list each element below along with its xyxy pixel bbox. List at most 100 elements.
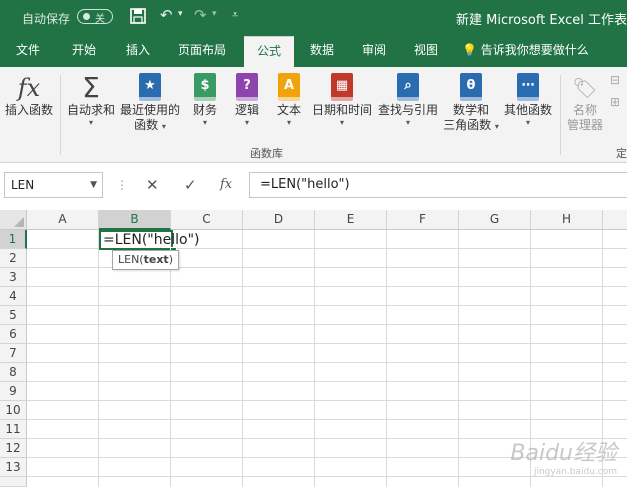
tab-page-layout[interactable]: 页面布局 [170, 36, 234, 67]
tab-insert[interactable]: 插入 [116, 36, 160, 67]
row-header[interactable]: 11 [0, 420, 27, 439]
autosave-state: 关 [95, 14, 105, 25]
row-header-selected[interactable]: 1 [0, 230, 27, 249]
tab-home[interactable]: 开始 [62, 36, 106, 67]
resize-handle-icon[interactable]: ⋮ [116, 178, 128, 192]
name-box-value: LEN [11, 178, 35, 192]
chevron-down-icon: ▾ [494, 122, 499, 131]
chevron-down-icon[interactable]: ▼ [90, 173, 97, 197]
name-tag-icon: 🏷 [572, 76, 598, 100]
row-header[interactable]: 5 [0, 306, 27, 325]
more-label: 其他函数 [503, 103, 552, 117]
question-book-icon: ? [236, 73, 258, 101]
row-header[interactable]: 10 [0, 401, 27, 420]
active-cell-b1[interactable]: =LEN("hello") [99, 230, 199, 250]
row-header[interactable]: 4 [0, 287, 27, 306]
save-icon[interactable] [130, 8, 146, 28]
column-header[interactable]: G [459, 210, 531, 230]
tooltip-function: LEN( [118, 253, 144, 266]
tab-view[interactable]: 视图 [404, 36, 448, 67]
customize-qat-icon[interactable]: ⩡ [232, 8, 238, 22]
lightbulb-icon: 💡 [462, 43, 477, 57]
redo-icon[interactable]: ↷ [194, 6, 207, 24]
column-header-selected[interactable]: B [99, 210, 171, 230]
financial-label: 财务 [192, 103, 217, 117]
autosum-button[interactable]: Σ 自动求和 ▾ [64, 69, 118, 128]
tell-me-box[interactable]: 💡 告诉我你想要做什么 [462, 36, 602, 67]
cancel-icon[interactable]: ✕ [146, 176, 159, 194]
fx-icon: fx [17, 74, 41, 102]
name-manager-line2: 管理器 [566, 118, 603, 132]
ribbon-separator [60, 75, 61, 155]
coins-book-icon: $ [194, 73, 216, 101]
recent-label-line2: 函数 [134, 118, 159, 132]
baidu-watermark: Baidu经验 jingyan.baidu.com [510, 435, 617, 477]
tell-me-text: 告诉我你想要做什么 [480, 43, 589, 57]
column-header[interactable]: A [27, 210, 99, 230]
autosave-toggle[interactable]: 关 [77, 9, 113, 25]
defined-names-group-label: 定 [616, 147, 627, 160]
insert-function-label: 插入函数 [4, 103, 53, 117]
row-header[interactable]: 3 [0, 268, 27, 287]
insert-function-button[interactable]: fx 插入函数 [2, 69, 56, 118]
text-button[interactable]: A 文本 ▾ [270, 69, 308, 127]
row-header[interactable]: 13 [0, 458, 27, 477]
tab-formulas[interactable]: 公式 [244, 36, 294, 68]
name-box[interactable]: LEN ▼ [4, 172, 103, 198]
ribbon: fx 插入函数 Σ 自动求和 ▾ ★ 最近使用的 函数 ▾ $ 财务 ▾ ? 逻… [0, 67, 627, 163]
formula-input[interactable]: =LEN("hello") [249, 172, 627, 198]
sigma-icon: Σ [82, 71, 100, 104]
column-header[interactable]: D [243, 210, 315, 230]
row-header[interactable]: 8 [0, 363, 27, 382]
column-header[interactable]: E [315, 210, 387, 230]
logical-button[interactable]: ? 逻辑 ▾ [228, 69, 266, 127]
redo-dropdown-icon[interactable]: ▾ [212, 9, 217, 19]
column-header[interactable]: H [531, 210, 603, 230]
row-header[interactable]: 6 [0, 325, 27, 344]
insert-function-fx-icon[interactable]: fx [220, 177, 232, 192]
enter-icon[interactable]: ✓ [184, 176, 197, 194]
datetime-button[interactable]: ▦ 日期和时间 ▾ [310, 69, 374, 127]
column-header-partial[interactable] [603, 210, 627, 230]
select-all-button[interactable] [0, 210, 27, 230]
chevron-down-icon: ▾ [286, 118, 291, 127]
text-label: 文本 [276, 103, 301, 117]
tooltip-close: ) [168, 253, 173, 266]
recent-label-line1: 最近使用的 [119, 103, 180, 117]
undo-dropdown-icon[interactable]: ▾ [178, 9, 183, 19]
financial-button[interactable]: $ 财务 ▾ [186, 69, 224, 127]
tab-data[interactable]: 数据 [300, 36, 344, 67]
row-header[interactable]: 7 [0, 344, 27, 363]
watermark-brand: Baidu经验 [510, 441, 617, 466]
row-header[interactable]: 9 [0, 382, 27, 401]
calendar-book-icon: ▦ [331, 73, 353, 101]
magnifier-book-icon: ⌕ [397, 73, 419, 101]
row-header[interactable]: 2 [0, 249, 27, 268]
row-header[interactable]: 12 [0, 439, 27, 458]
math-trig-button[interactable]: θ 数学和 三角函数 ▾ [442, 69, 500, 134]
function-library-label: 函数库 [250, 147, 283, 160]
watermark-url: jingyan.baidu.com [533, 467, 617, 477]
lookup-button[interactable]: ⌕ 查找与引用 ▾ [376, 69, 440, 127]
use-in-formula-icon[interactable]: ⊞ [610, 95, 620, 109]
recent-functions-button[interactable]: ★ 最近使用的 函数 ▾ [118, 69, 182, 134]
column-header[interactable]: C [171, 210, 243, 230]
document-title: 新建 Microsoft Excel 工作表 [456, 13, 627, 28]
chevron-down-icon: ▾ [202, 118, 207, 127]
name-manager-button[interactable]: 🏷 名称 管理器 [562, 69, 608, 133]
autosum-label: 自动求和 [66, 103, 115, 117]
tab-file[interactable]: 文件 [6, 36, 50, 67]
star-book-icon: ★ [139, 73, 161, 101]
chevron-down-icon: ▾ [161, 122, 166, 131]
define-name-icon[interactable]: ⊟ [610, 73, 620, 87]
tooltip-argument[interactable]: text [144, 253, 169, 266]
theta-book-icon: θ [460, 73, 482, 101]
name-manager-line1: 名称 [572, 103, 597, 117]
tab-review[interactable]: 审阅 [352, 36, 396, 67]
more-functions-button[interactable]: ⋯ 其他函数 ▾ [500, 69, 556, 127]
a-book-icon: A [278, 73, 300, 101]
undo-icon[interactable]: ↶ [160, 6, 173, 24]
column-header[interactable]: F [387, 210, 459, 230]
row-header-partial[interactable] [0, 477, 27, 487]
function-tooltip[interactable]: LEN(text) [112, 250, 179, 270]
